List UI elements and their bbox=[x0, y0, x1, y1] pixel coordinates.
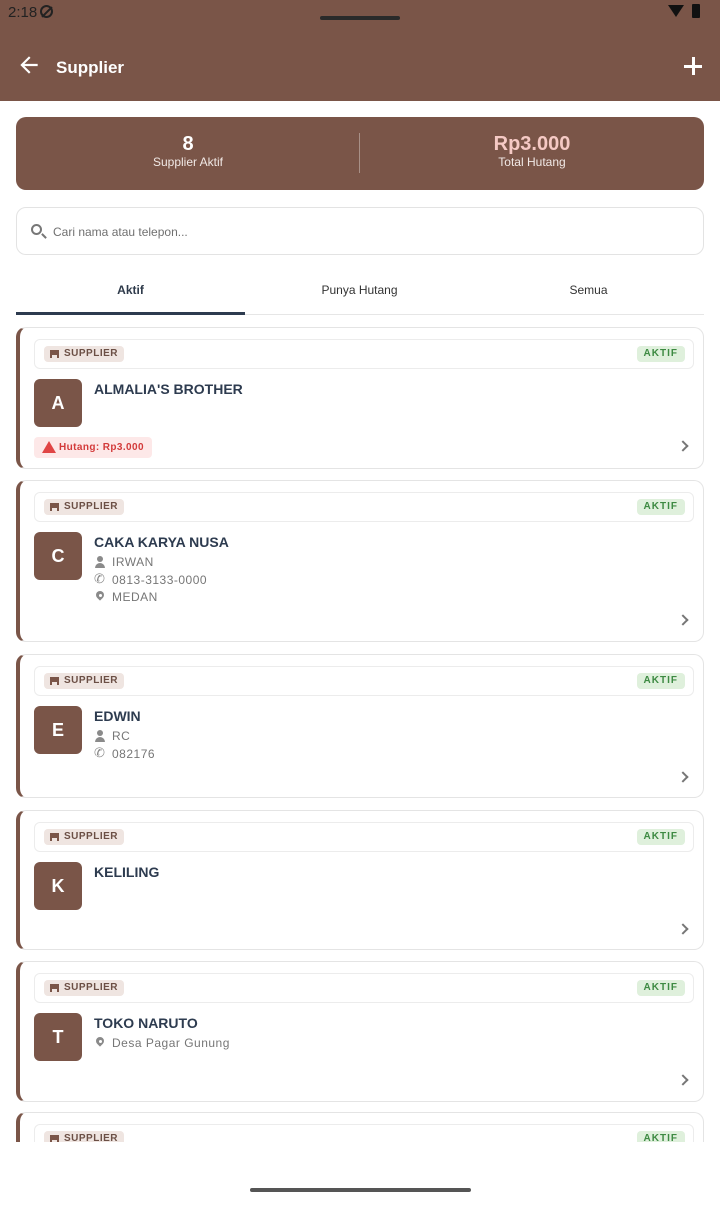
supplier-card[interactable]: SUPPLIER AKTIF E EDWIN RC 082176 bbox=[16, 654, 704, 798]
avatar: A bbox=[34, 379, 82, 427]
phone-number: 0813-3133-0000 bbox=[94, 571, 208, 587]
wifi-icon bbox=[668, 5, 684, 17]
chevron-right-icon bbox=[677, 771, 689, 783]
status-badge: AKTIF bbox=[636, 829, 685, 845]
active-supplier-count: 8 bbox=[182, 133, 194, 155]
card-header: SUPPLIER AKTIF bbox=[34, 666, 694, 696]
status-time: 2:18 bbox=[8, 4, 38, 21]
summary-card: 8 Supplier Aktif Rp3.000 Total Hutang bbox=[16, 117, 704, 190]
tab-punya-hutang[interactable]: Punya Hutang bbox=[245, 272, 474, 315]
supplier-type-label: SUPPLIER bbox=[64, 831, 119, 842]
search-icon bbox=[31, 224, 42, 235]
debt-amount: Hutang: Rp3.000 bbox=[59, 442, 144, 453]
supplier-card[interactable]: SUPPLIER AKTIF C CAKA KARYA NUSA IRWAN 0… bbox=[16, 480, 704, 642]
supplier-type-badge: SUPPLIER bbox=[44, 1131, 125, 1142]
avatar: T bbox=[34, 1013, 82, 1061]
gesture-nav-handle[interactable] bbox=[250, 1188, 471, 1192]
search-box[interactable] bbox=[16, 207, 704, 255]
phone-icon bbox=[94, 745, 106, 761]
supplier-type-badge: SUPPLIER bbox=[44, 980, 125, 996]
supplier-type-label: SUPPLIER bbox=[64, 348, 119, 359]
page-title: Supplier bbox=[56, 58, 125, 77]
supplier-name: KELILING bbox=[94, 864, 160, 880]
location-pin-icon bbox=[94, 1037, 106, 1049]
chevron-right-icon bbox=[677, 923, 689, 935]
tab-semua[interactable]: Semua bbox=[474, 272, 703, 315]
phone-value: 0813-3133-0000 bbox=[112, 573, 208, 587]
supplier-name: ALMALIA'S BROTHER bbox=[94, 381, 243, 397]
card-header: SUPPLIER AKTIF bbox=[34, 973, 694, 1003]
status-badge: AKTIF bbox=[636, 1131, 685, 1142]
supplier-type-label: SUPPLIER bbox=[64, 675, 119, 686]
location-pin-icon bbox=[94, 591, 106, 603]
address: MEDAN bbox=[94, 590, 158, 604]
avatar: K bbox=[34, 862, 82, 910]
card-header: SUPPLIER AKTIF bbox=[34, 339, 694, 369]
add-supplier-icon[interactable] bbox=[683, 56, 703, 76]
supplier-type-label: SUPPLIER bbox=[64, 982, 119, 993]
active-supplier-label: Supplier Aktif bbox=[152, 155, 224, 169]
supplier-type-badge: SUPPLIER bbox=[44, 673, 125, 689]
total-debt-label: Total Hutang bbox=[498, 155, 566, 169]
status-badge: AKTIF bbox=[636, 673, 685, 689]
camera-notch bbox=[320, 16, 400, 20]
battery-icon bbox=[692, 4, 700, 18]
supplier-card[interactable]: SUPPLIER AKTIF A ALMALIA'S BROTHER Hutan… bbox=[16, 327, 704, 469]
address-value: MEDAN bbox=[112, 590, 158, 604]
supplier-name: EDWIN bbox=[94, 708, 141, 724]
store-icon bbox=[50, 1135, 59, 1142]
total-debt-stat: Rp3.000 Total Hutang bbox=[360, 133, 704, 169]
app-bar: Supplier bbox=[0, 28, 720, 101]
supplier-name: TOKO NARUTO bbox=[94, 1015, 198, 1031]
address: Desa Pagar Gunung bbox=[94, 1036, 230, 1050]
supplier-type-badge: SUPPLIER bbox=[44, 829, 125, 845]
card-header: SUPPLIER AKTIF bbox=[34, 1124, 694, 1142]
supplier-type-label: SUPPLIER bbox=[64, 1133, 119, 1142]
chevron-right-icon bbox=[677, 1074, 689, 1086]
supplier-type-badge: SUPPLIER bbox=[44, 346, 125, 362]
filter-tabs: Aktif Punya Hutang Semua bbox=[16, 272, 704, 315]
supplier-card[interactable]: SUPPLIER AKTIF K KELILING bbox=[16, 810, 704, 950]
supplier-card[interactable]: SUPPLIER AKTIF bbox=[16, 1112, 704, 1142]
store-icon bbox=[50, 350, 59, 358]
chevron-right-icon bbox=[677, 440, 689, 452]
status-badge: AKTIF bbox=[636, 980, 685, 996]
supplier-type-label: SUPPLIER bbox=[64, 501, 119, 512]
store-icon bbox=[50, 984, 59, 992]
card-header: SUPPLIER AKTIF bbox=[34, 822, 694, 852]
card-header: SUPPLIER AKTIF bbox=[34, 492, 694, 522]
contact-person: RC bbox=[94, 729, 130, 743]
supplier-name: CAKA KARYA NUSA bbox=[94, 534, 229, 550]
avatar: C bbox=[34, 532, 82, 580]
status-badge: AKTIF bbox=[636, 499, 685, 515]
person-icon bbox=[94, 730, 106, 742]
store-icon bbox=[50, 503, 59, 511]
store-icon bbox=[50, 677, 59, 685]
do-not-disturb-icon bbox=[40, 5, 53, 18]
supplier-card[interactable]: SUPPLIER AKTIF T TOKO NARUTO Desa Pagar … bbox=[16, 961, 704, 1102]
active-supplier-stat: 8 Supplier Aktif bbox=[16, 133, 360, 169]
avatar: E bbox=[34, 706, 82, 754]
phone-value: 082176 bbox=[112, 747, 156, 761]
total-debt-value: Rp3.000 bbox=[493, 133, 571, 155]
supplier-list: SUPPLIER AKTIF A ALMALIA'S BROTHER Hutan… bbox=[16, 327, 704, 1142]
tab-indicator bbox=[16, 312, 245, 315]
address-value: Desa Pagar Gunung bbox=[112, 1036, 230, 1050]
warning-icon bbox=[42, 441, 56, 453]
back-arrow-icon[interactable] bbox=[16, 52, 42, 78]
tab-aktif[interactable]: Aktif bbox=[16, 272, 245, 315]
debt-badge: Hutang: Rp3.000 bbox=[34, 437, 152, 458]
search-input[interactable] bbox=[53, 222, 673, 242]
status-badge: AKTIF bbox=[636, 346, 685, 362]
chevron-right-icon bbox=[677, 614, 689, 626]
contact-person: IRWAN bbox=[94, 555, 154, 569]
contact-name: IRWAN bbox=[112, 555, 154, 569]
phone-icon bbox=[94, 571, 106, 587]
phone-number: 082176 bbox=[94, 745, 156, 761]
supplier-type-badge: SUPPLIER bbox=[44, 499, 125, 515]
store-icon bbox=[50, 833, 59, 841]
person-icon bbox=[94, 556, 106, 568]
status-bar: 2:18 bbox=[0, 0, 720, 28]
contact-name: RC bbox=[112, 729, 131, 743]
